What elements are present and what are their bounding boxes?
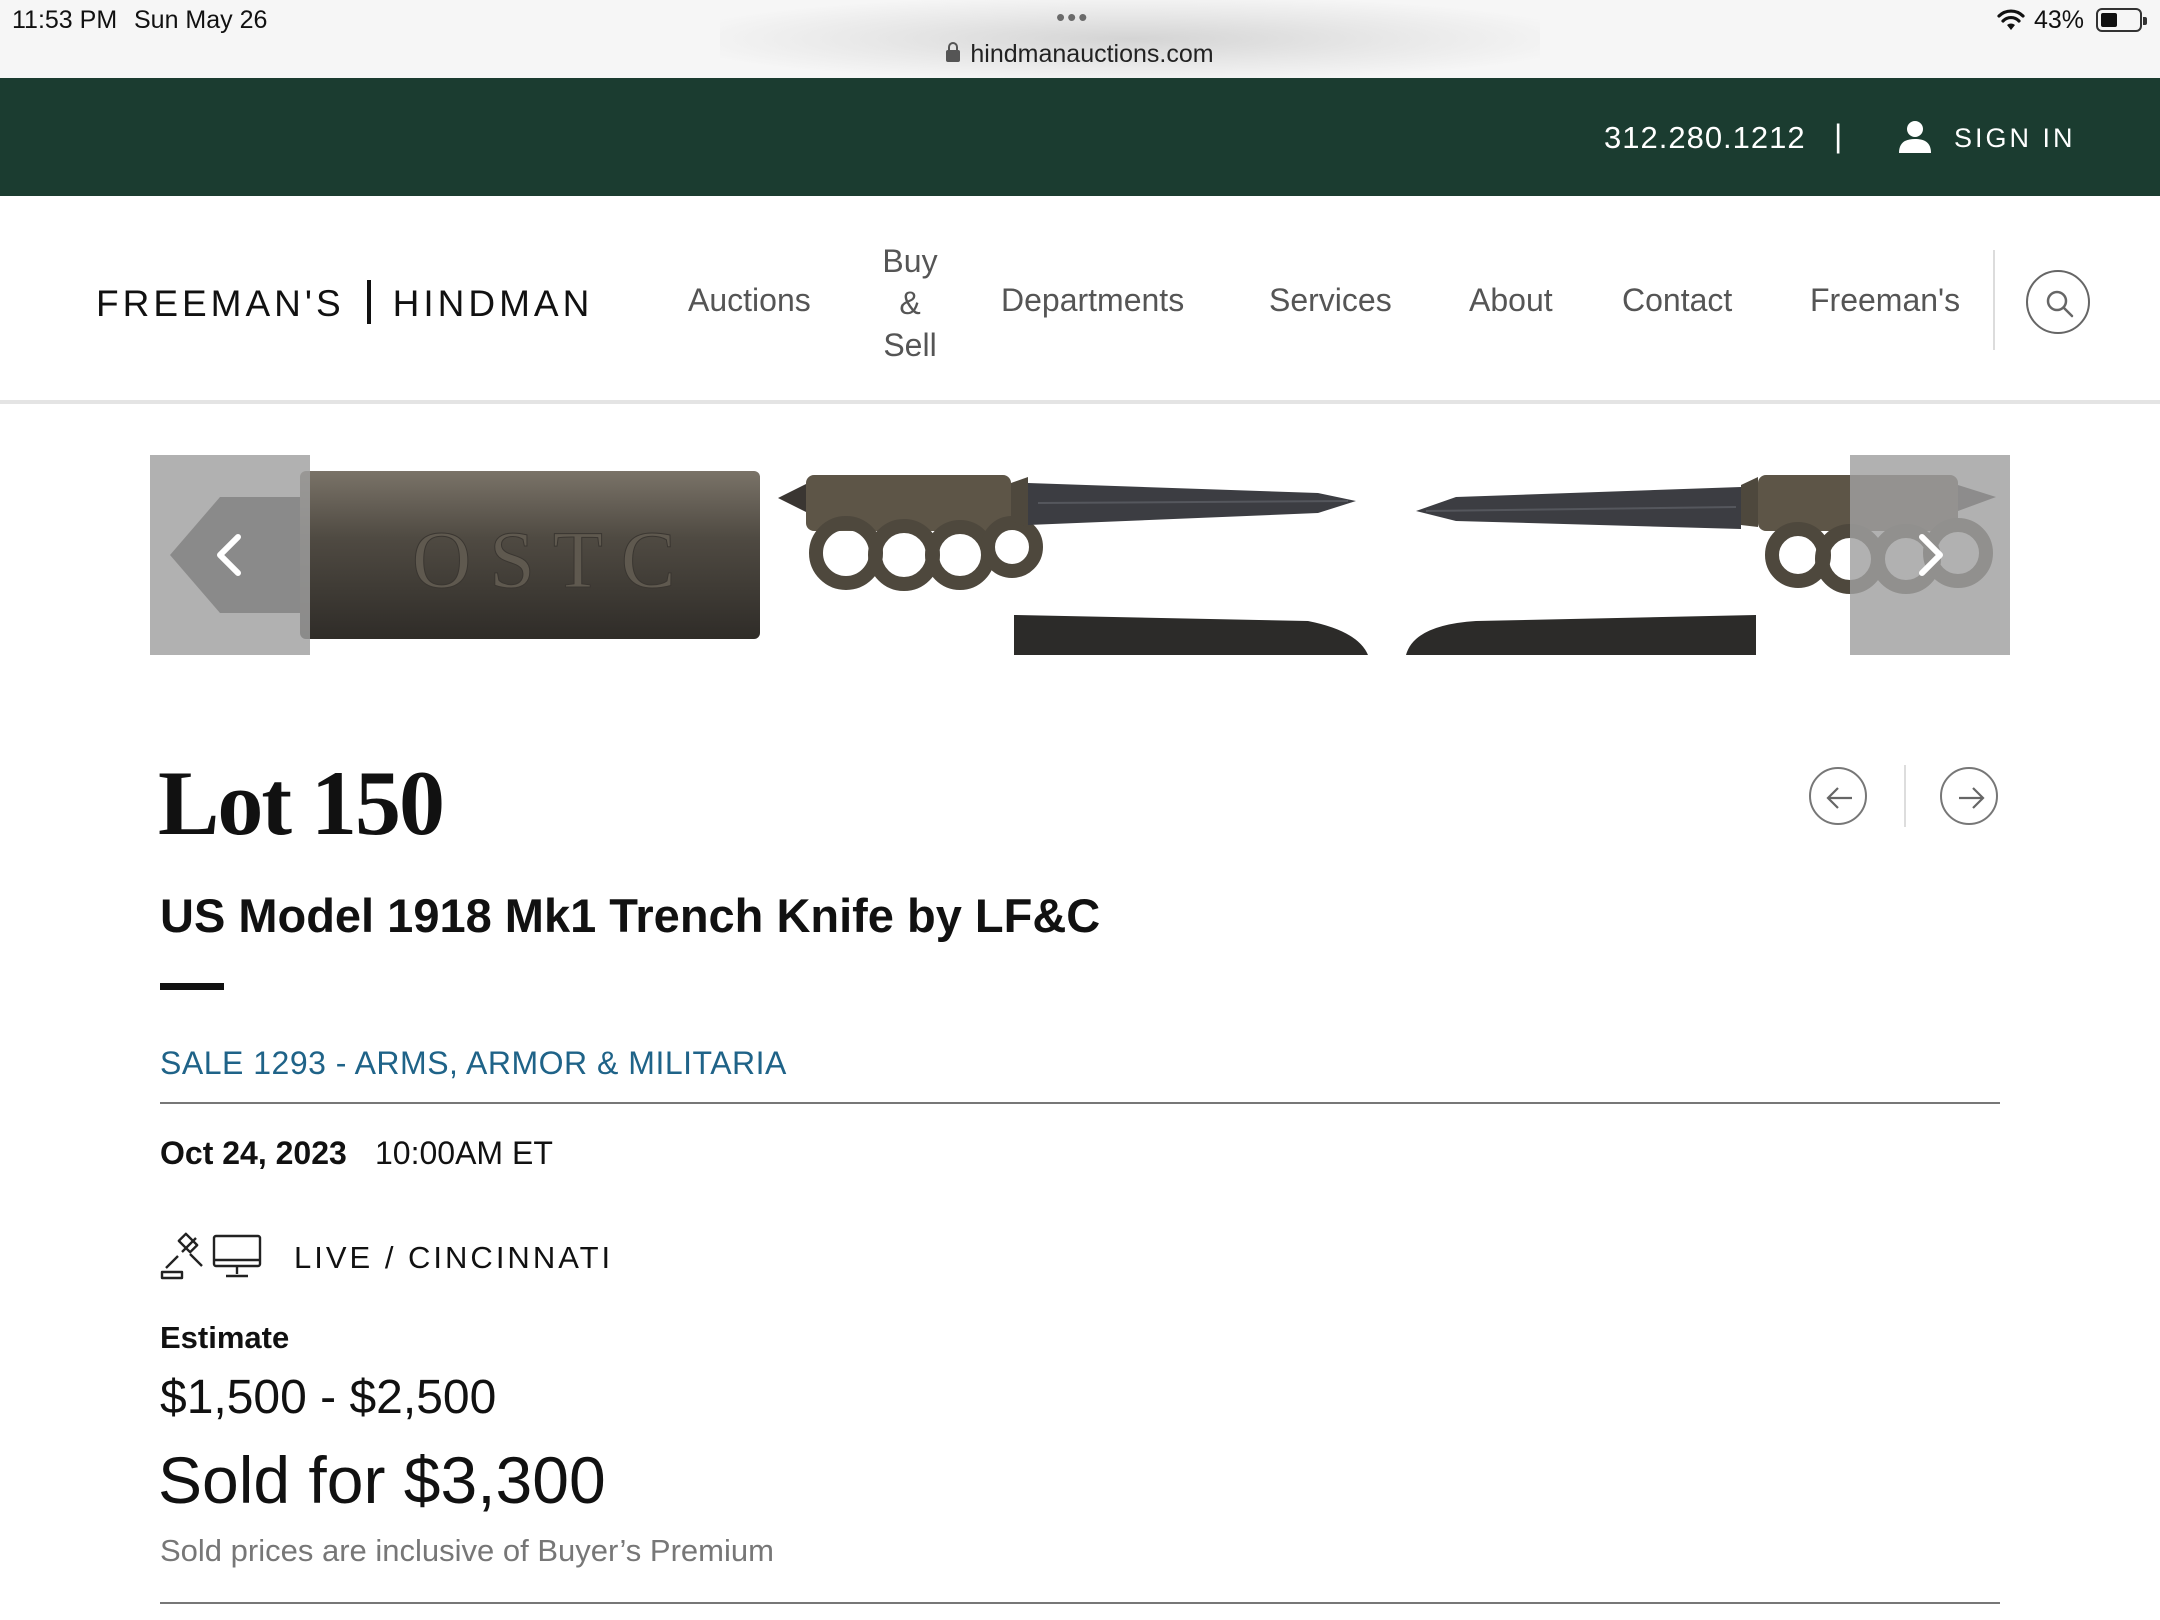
nav-services[interactable]: Services [1269, 282, 1392, 319]
arrow-left-icon [1826, 787, 1852, 809]
nav-buy-sell-line1: Buy [882, 243, 938, 279]
search-icon [2046, 290, 2074, 318]
sign-in-link[interactable]: SIGN IN [1954, 123, 2076, 154]
nav-departments[interactable]: Departments [1001, 282, 1184, 319]
nav-buy-sell-line3: Sell [883, 327, 937, 363]
lock-icon [946, 42, 961, 62]
logo-divider [366, 280, 371, 324]
sale-date: Oct 24, 2023 [160, 1135, 347, 1171]
logo-hindman: HINDMAN [392, 283, 594, 324]
url-text: hindmanauctions.com [970, 40, 1214, 68]
nav-divider [1993, 250, 1995, 350]
status-time: 11:53 PM [12, 6, 118, 34]
utility-separator: | [1834, 118, 1843, 154]
utility-bar: 312.280.1212 | SIGN IN [0, 78, 2160, 196]
gavel-icon [160, 1232, 203, 1280]
arrow-right-icon [1959, 787, 1985, 809]
estimate-range: $1,500 - $2,500 [160, 1371, 497, 1424]
user-icon[interactable] [1898, 120, 1932, 154]
lot-item-title: US Model 1918 Mk1 Trench Knife by LF&C [160, 889, 1101, 942]
main-header: FREEMAN'S HINDMAN Auctions Buy & Sell Dep… [0, 196, 2160, 404]
search-button[interactable] [2026, 270, 2090, 334]
gallery-image-2[interactable] [778, 455, 1388, 655]
sale-link[interactable]: SALE 1293 - ARMS, ARMOR & MILITARIA [160, 1045, 787, 1082]
sale-time: 10:00AM ET [375, 1135, 553, 1171]
site-logo[interactable]: FREEMAN'S HINDMAN [96, 280, 593, 325]
battery-icon [2096, 8, 2147, 32]
battery-percent: 43% [2034, 6, 2085, 34]
divider-rule [160, 1102, 2000, 1104]
lot-nav-divider [1904, 765, 1906, 827]
chevron-right-icon [1919, 534, 1943, 576]
nav-auctions[interactable]: Auctions [688, 282, 811, 319]
estimate-label: Estimate [160, 1320, 290, 1355]
nav-buy-sell-line2: & [899, 285, 921, 321]
title-accent-rule [160, 983, 224, 990]
bottom-divider-rule [160, 1602, 2000, 1604]
chevron-left-icon [217, 534, 241, 576]
auction-type-location: LIVE / CINCINNATI [294, 1240, 614, 1275]
next-lot-button[interactable] [1940, 767, 1998, 825]
nav-contact[interactable]: Contact [1622, 282, 1732, 319]
monitor-icon [212, 1234, 262, 1278]
more-dots-icon[interactable]: ••• [1056, 2, 1089, 33]
nav-about[interactable]: About [1469, 282, 1553, 319]
status-bar: 11:53 PM Sun May 26 ••• hindmanauctions.… [0, 0, 2160, 78]
carousel-next-button[interactable] [1850, 455, 2010, 655]
phone-number[interactable]: 312.280.1212 [1604, 120, 1806, 156]
engraving-text: OSTC [412, 514, 694, 605]
premium-note: Sold prices are inclusive of Buyer’s Pre… [160, 1533, 774, 1568]
address-bar[interactable]: hindmanauctions.com [0, 40, 2160, 69]
lot-number-title: Lot 150 [158, 752, 445, 854]
carousel-prev-button[interactable] [150, 455, 310, 655]
logo-freemans: FREEMAN'S [96, 283, 345, 324]
image-carousel: OSTC [150, 455, 2010, 655]
previous-lot-button[interactable] [1809, 767, 1867, 825]
status-date: Sun May 26 [134, 6, 268, 34]
wifi-icon [1997, 9, 2025, 30]
nav-buy-sell[interactable]: Buy & Sell [864, 240, 956, 366]
sold-price: Sold for $3,300 [158, 1443, 606, 1517]
nav-freemans[interactable]: Freeman's [1810, 282, 1960, 319]
